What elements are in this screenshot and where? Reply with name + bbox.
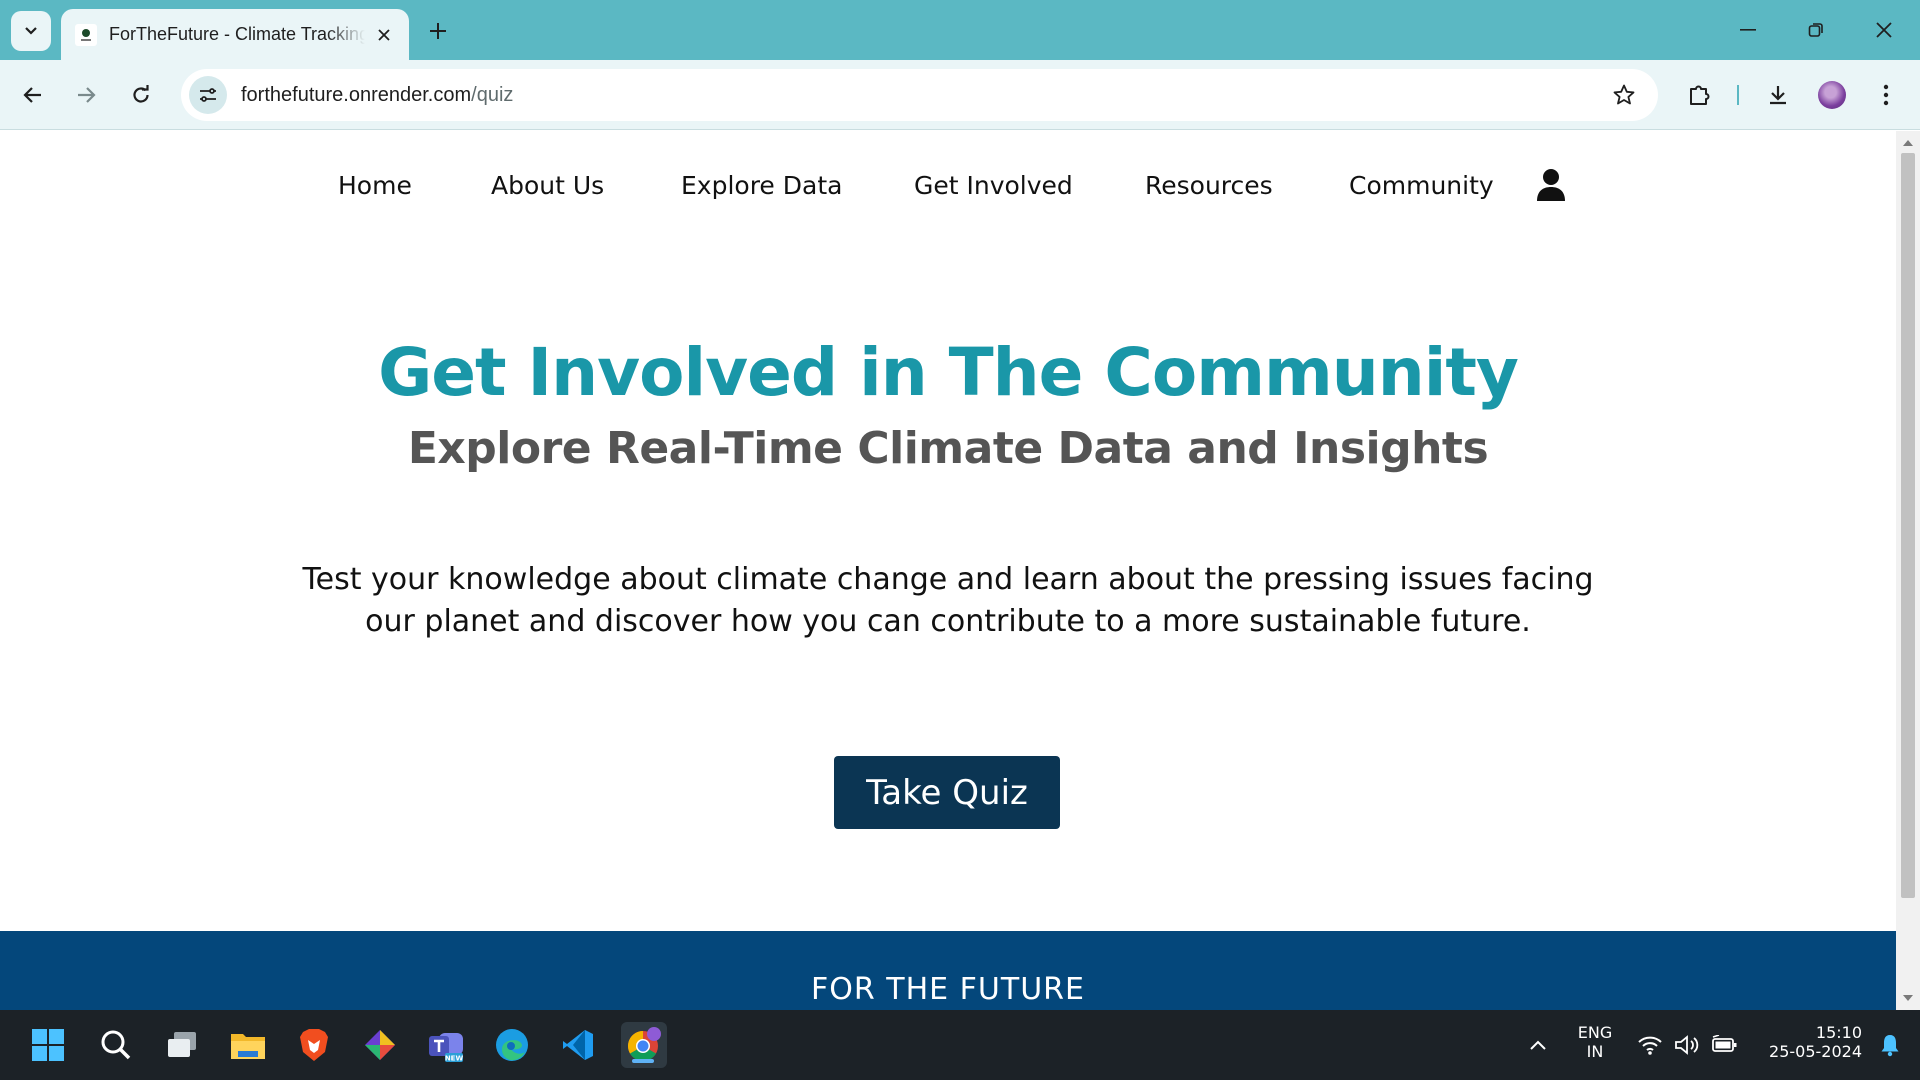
svg-text:NEW: NEW — [445, 1055, 464, 1063]
nav-explore-data[interactable]: Explore Data — [681, 171, 842, 200]
wifi-icon[interactable] — [1630, 1022, 1670, 1068]
volume-icon[interactable] — [1667, 1022, 1707, 1068]
edge-icon[interactable] — [489, 1022, 535, 1068]
battery-icon[interactable] — [1705, 1022, 1745, 1068]
site-favicon-icon — [75, 23, 97, 46]
browser-toolbar: forthefuture.onrender.com/quiz — [0, 60, 1920, 130]
active-app-indicator — [632, 1059, 654, 1063]
site-navigation: Home About Us Explore Data Get Involved … — [0, 169, 1896, 211]
vscode-icon[interactable] — [555, 1022, 601, 1068]
hero-title: Get Involved in The Community — [378, 334, 1519, 411]
date-text: 25-05-2024 — [1769, 1042, 1862, 1061]
hero-subtitle: Explore Real-Time Climate Data and Insig… — [407, 423, 1489, 474]
url-text: forthefuture.onrender.com/quiz — [241, 84, 513, 107]
minimize-icon — [1740, 29, 1756, 31]
hero-description: Test your knowledge about climate change… — [302, 562, 1594, 639]
back-button[interactable] — [15, 77, 51, 113]
footer-title: FOR THE FUTURE — [811, 972, 1085, 1007]
close-window-button[interactable] — [1864, 14, 1904, 46]
close-icon — [1876, 22, 1892, 38]
browser-tab[interactable]: ForTheFuture - Climate Tracking — [61, 9, 409, 60]
scroll-down-icon[interactable] — [1902, 992, 1914, 1004]
page-viewport: Home About Us Explore Data Get Involved … — [0, 131, 1896, 1010]
site-info-button[interactable] — [189, 76, 227, 114]
puzzle-icon — [1690, 85, 1710, 105]
minimize-button[interactable] — [1728, 14, 1768, 46]
git-icon[interactable] — [357, 1022, 403, 1068]
site-footer: FOR THE FUTURE — [0, 931, 1896, 1010]
nav-community[interactable]: Community — [1349, 171, 1494, 200]
plus-icon — [430, 23, 446, 39]
scrollbar-thumb[interactable] — [1901, 153, 1915, 898]
user-icon[interactable] — [1535, 167, 1567, 203]
take-quiz-button[interactable]: Take Quiz — [834, 756, 1060, 829]
tab-search-button[interactable] — [11, 11, 51, 51]
tune-icon — [200, 88, 216, 102]
profile-button[interactable] — [1814, 77, 1850, 113]
time-text: 15:10 — [1815, 1023, 1862, 1042]
star-icon — [1613, 84, 1635, 105]
avatar — [1818, 81, 1846, 109]
teams-icon[interactable]: NEW — [423, 1022, 469, 1068]
arrow-left-icon — [23, 87, 41, 103]
chevron-down-icon — [25, 27, 37, 35]
clock[interactable]: 15:10 25-05-2024 — [1752, 1023, 1862, 1061]
region-code: IN — [1586, 1042, 1604, 1061]
windows-start-icon[interactable] — [25, 1022, 71, 1068]
restore-icon — [1808, 23, 1823, 37]
tab-title: ForTheFuture - Climate Tracking — [109, 24, 365, 44]
nav-home[interactable]: Home — [338, 171, 412, 200]
nav-about-us[interactable]: About Us — [491, 171, 604, 200]
browser-menu-button[interactable] — [1868, 77, 1904, 113]
task-view-icon[interactable] — [159, 1022, 205, 1068]
language-indicator[interactable]: ENG IN — [1570, 1023, 1620, 1061]
new-tab-button[interactable] — [424, 17, 452, 45]
toolbar-separator — [1737, 85, 1739, 105]
address-bar[interactable]: forthefuture.onrender.com/quiz — [181, 69, 1658, 121]
kebab-menu-icon — [1883, 84, 1889, 106]
forward-button[interactable] — [68, 77, 104, 113]
language-code: ENG — [1577, 1023, 1613, 1042]
scroll-up-icon[interactable] — [1902, 137, 1914, 149]
page-scrollbar[interactable] — [1896, 131, 1920, 1010]
downloads-button[interactable] — [1760, 77, 1796, 113]
search-icon[interactable] — [93, 1022, 139, 1068]
reload-icon — [133, 85, 149, 103]
extensions-button[interactable] — [1681, 77, 1717, 113]
restore-button[interactable] — [1796, 14, 1836, 46]
file-explorer-icon[interactable] — [225, 1022, 271, 1068]
chevron-up-icon[interactable] — [1518, 1022, 1558, 1068]
url-host: forthefuture.onrender.com — [241, 83, 472, 106]
close-tab-icon[interactable] — [373, 24, 395, 46]
reload-button[interactable] — [123, 77, 159, 113]
browser-tab-bar: ForTheFuture - Climate Tracking — [0, 0, 1920, 60]
url-path: /quiz — [471, 83, 514, 106]
download-icon — [1770, 86, 1786, 105]
bookmark-star-button[interactable] — [1610, 81, 1638, 109]
nav-get-involved[interactable]: Get Involved — [914, 171, 1073, 200]
nav-resources[interactable]: Resources — [1145, 171, 1273, 200]
arrow-right-icon — [78, 87, 96, 103]
notification-bell-icon[interactable] — [1870, 1022, 1910, 1068]
windows-taskbar: NEW ENG IN 15:10 25-05-2024 — [0, 1010, 1920, 1080]
brave-icon[interactable] — [291, 1022, 337, 1068]
